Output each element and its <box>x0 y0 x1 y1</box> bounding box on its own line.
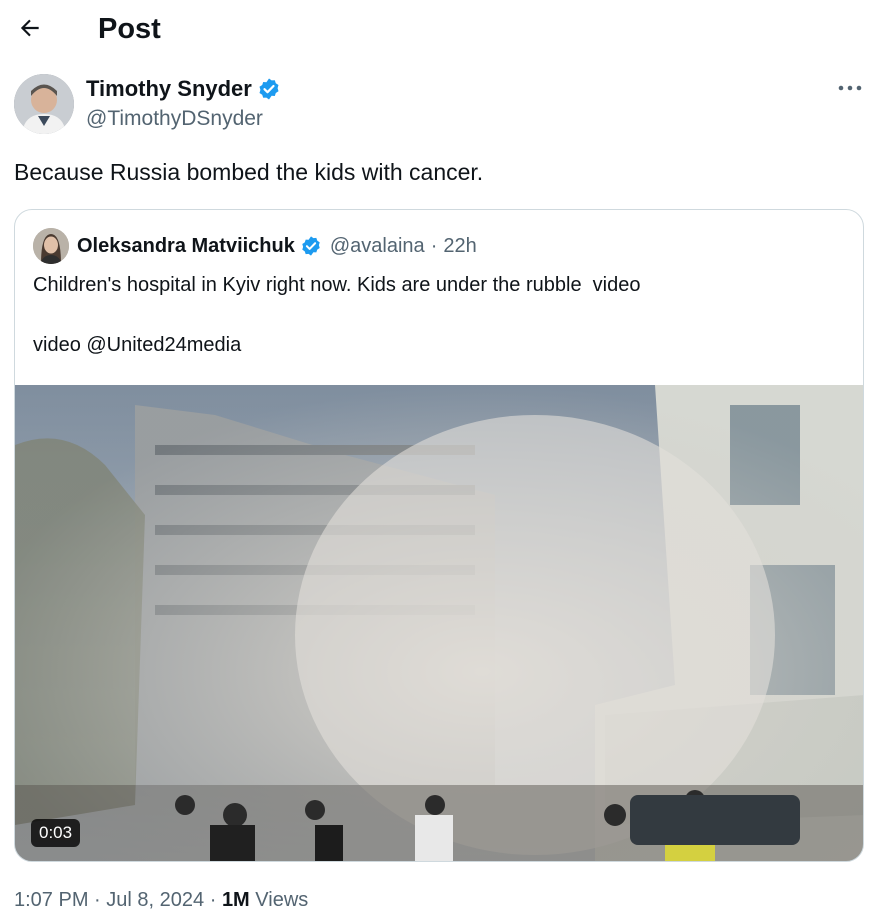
post-header: Post <box>0 0 886 60</box>
views-count: 1M <box>221 889 250 911</box>
post-date[interactable]: Jul 8, 2024 <box>106 889 204 911</box>
author-avatar[interactable] <box>14 74 74 134</box>
time-separator: · <box>430 234 438 257</box>
author-name[interactable]: Timothy Snyder <box>86 74 252 104</box>
post-text: Because Russia bombed the kids with canc… <box>14 159 484 185</box>
author-name-row: Timothy Snyder <box>86 74 281 104</box>
post-time[interactable]: 1:07 PM <box>14 889 88 911</box>
author-handle[interactable]: @TimothyDSnyder <box>86 105 263 133</box>
quoted-author-handle[interactable]: @avalaina <box>330 235 425 258</box>
video-duration-badge: 0:03 <box>31 819 81 847</box>
quoted-post-header: Oleksandra Matviichuk @avalaina · 22h <box>33 228 477 264</box>
views-label: Views <box>255 889 309 911</box>
quoted-author-avatar[interactable] <box>33 228 69 264</box>
verified-badge-icon <box>259 78 279 100</box>
more-horizontal-icon <box>838 85 862 91</box>
verified-badge-icon <box>302 236 320 256</box>
video-thumbnail <box>15 385 863 861</box>
meta-separator: · <box>94 889 101 911</box>
quoted-post-time[interactable]: 22h <box>443 235 476 258</box>
video-player[interactable]: 0:03 <box>15 385 863 861</box>
arrow-left-icon <box>20 19 39 37</box>
post-metadata: 1:07 PM · Jul 8, 2024 · 1M Views <box>14 886 308 914</box>
page-title: Post <box>98 13 161 45</box>
more-button[interactable] <box>832 76 868 100</box>
quoted-post[interactable]: Oleksandra Matviichuk @avalaina · 22h Ch… <box>14 209 864 862</box>
meta-separator: · <box>209 889 217 911</box>
quoted-avatar-image <box>33 228 69 264</box>
avatar-image <box>14 74 74 134</box>
quoted-author-name[interactable]: Oleksandra Matviichuk <box>77 235 295 258</box>
back-button[interactable] <box>14 12 46 44</box>
quoted-post-text: Children's hospital in Kyiv right now. K… <box>33 274 641 356</box>
